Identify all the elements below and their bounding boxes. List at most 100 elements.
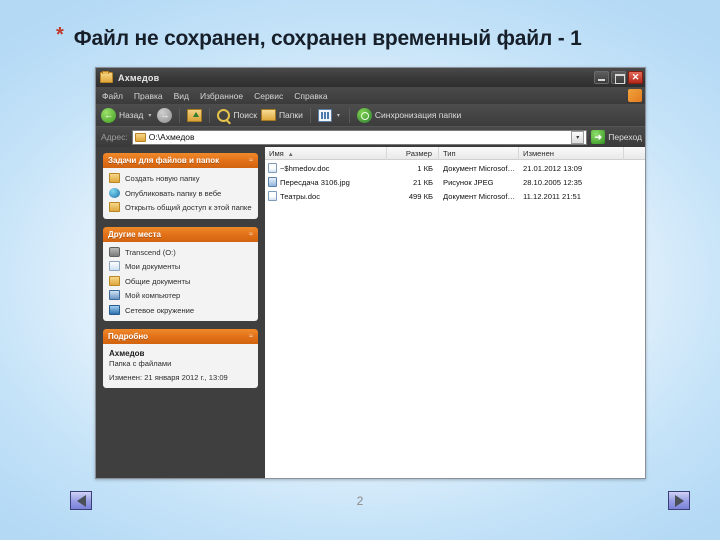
sidebar-item-publish-web[interactable]: Опубликовать папку в вебе: [109, 187, 253, 199]
menu-item-file[interactable]: Файл: [102, 91, 123, 101]
menu-bar: Файл Правка Вид Избранное Сервис Справка: [96, 87, 645, 104]
window-title: Ахмедов: [118, 72, 160, 83]
folder-icon: [109, 173, 120, 183]
go-button-label: Переход: [608, 132, 642, 142]
file-modified-cell: 21.01.2012 13:09: [523, 163, 583, 173]
go-arrow-icon: ➜: [591, 130, 606, 144]
panel-file-tasks-body: Создать новую папку Опубликовать папку в…: [103, 168, 258, 219]
sidebar-item-label: Мои документы: [125, 262, 181, 271]
file-type-cell: Рисунок JPEG: [443, 177, 494, 187]
sidebar-item-label: Мой компьютер: [125, 291, 181, 300]
sidebar-item-my-documents[interactable]: Мои документы: [109, 261, 253, 272]
documents-icon: [109, 261, 120, 271]
file-modified-cell: 11.12.2011 21:51: [523, 191, 581, 201]
file-size-cell: 1 КБ: [417, 163, 433, 173]
column-header-modified[interactable]: Изменен: [519, 146, 624, 160]
toolbar-separator: [209, 107, 211, 123]
window-controls: ✕: [594, 71, 643, 84]
windows-logo-icon: [628, 89, 642, 102]
explorer-window: Ахмедов ✕ Файл Правка Вид Избранное Серв…: [95, 67, 646, 479]
minimize-button[interactable]: [594, 71, 609, 84]
back-button-label: Назад: [119, 110, 144, 120]
maximize-button[interactable]: [611, 71, 626, 84]
address-value: O:\Ахмедов: [148, 132, 195, 142]
table-row[interactable]: Пересдача 3106.jpg 21 КБ Рисунок JPEG 28…: [265, 176, 645, 188]
sidebar-item-network-places[interactable]: Сетевое окружение: [109, 304, 253, 316]
column-header-name-label: Имя: [269, 148, 284, 158]
shared-folder-icon: [109, 202, 120, 212]
jpeg-image-icon: [268, 177, 277, 187]
sidebar-item-share-folder[interactable]: Открыть общий доступ к этой папке: [109, 202, 253, 213]
panel-details-header[interactable]: Подробно ≈: [103, 329, 258, 344]
file-modified-cell: 28.10.2005 12:35: [523, 177, 583, 187]
file-type-cell: Документ Microsof…: [443, 191, 516, 201]
panel-file-tasks: Задачи для файлов и папок ≈ Создать нову…: [103, 153, 258, 219]
panel-other-places-header[interactable]: Другие места ≈: [103, 226, 258, 242]
table-row[interactable]: ~$hmedov.doc 1 КБ Документ Microsof… 21.…: [265, 162, 645, 174]
detail-modified: Изменен: 21 января 2012 г., 13:09: [109, 373, 228, 382]
address-folder-icon: [134, 132, 146, 142]
sidebar-item-label: Создать новую папку: [125, 174, 200, 183]
file-name-cell: Пересдача 3106.jpg: [265, 177, 387, 187]
menu-item-favorites[interactable]: Избранное: [200, 91, 243, 101]
detail-folder-type: Папка с файлами: [109, 359, 172, 368]
window-body: Задачи для файлов и папок ≈ Создать нову…: [96, 146, 645, 478]
globe-icon: [109, 187, 120, 198]
search-button-label: Поиск: [233, 110, 257, 120]
toolbar-separator: [179, 107, 181, 123]
file-size-cell: 21 КБ: [413, 177, 433, 187]
address-label: Адрес:: [101, 132, 128, 142]
folders-button-label: Папки: [278, 110, 303, 120]
panel-file-tasks-title: Задачи для файлов и папок: [108, 156, 220, 165]
back-dropdown-caret-icon[interactable]: ▾: [148, 112, 151, 119]
menu-item-help[interactable]: Справка: [294, 91, 327, 101]
panel-other-places-title: Другие места: [108, 229, 161, 239]
up-folder-button[interactable]: [187, 108, 203, 122]
go-button[interactable]: ➜ Переход: [591, 130, 642, 144]
sidebar-item-shared-documents[interactable]: Общие документы: [109, 275, 253, 287]
window-titlebar[interactable]: Ахмедов ✕: [96, 68, 645, 87]
column-header-name[interactable]: Имя ▲: [265, 146, 387, 160]
page-number: 2: [356, 494, 364, 508]
forward-arrow-icon: →: [157, 107, 173, 123]
views-dropdown-caret-icon[interactable]: ▾: [337, 112, 340, 119]
sync-folder-button[interactable]: Синхронизация папки: [356, 107, 462, 123]
toolbar-separator: [309, 107, 311, 123]
panel-details-title: Подробно: [108, 332, 149, 341]
views-button[interactable]: ▾: [317, 108, 342, 122]
sync-icon: [356, 107, 372, 123]
menu-item-view[interactable]: Вид: [174, 91, 189, 101]
collapse-chevron-icon[interactable]: ≈: [249, 157, 253, 164]
file-name-cell: ~$hmedov.doc: [265, 163, 387, 173]
panel-file-tasks-header[interactable]: Задачи для файлов и папок ≈: [103, 153, 258, 168]
column-header-type[interactable]: Тип: [439, 146, 519, 160]
table-row[interactable]: Театры.doc 499 КБ Документ Microsof… 11.…: [265, 190, 645, 202]
forward-button[interactable]: →: [157, 107, 173, 123]
sidebar-item-transcend-drive[interactable]: Transcend (O:): [109, 246, 253, 258]
panel-details-body: Ахмедов Папка с файлами Изменен: 21 янва…: [103, 344, 258, 388]
toolbar: ← Назад ▾ → Поиск Папки ▾ Синхронизация …: [96, 104, 645, 127]
collapse-chevron-icon[interactable]: ≈: [249, 231, 253, 238]
column-header-size[interactable]: Размер: [387, 146, 439, 160]
panel-details: Подробно ≈ Ахмедов Папка с файлами Измен…: [103, 329, 258, 388]
back-button[interactable]: ← Назад ▾: [101, 107, 153, 123]
close-button[interactable]: ✕: [628, 71, 643, 84]
collapse-chevron-icon[interactable]: ≈: [249, 333, 253, 340]
menu-item-tools[interactable]: Сервис: [254, 91, 283, 101]
detail-folder-name: Ахмедов: [109, 349, 145, 358]
sync-folder-label: Синхронизация папки: [374, 110, 462, 120]
sidebar: Задачи для файлов и папок ≈ Создать нову…: [96, 147, 265, 478]
drive-icon: [109, 246, 120, 257]
sidebar-item-my-computer[interactable]: Мой компьютер: [109, 290, 253, 301]
sidebar-item-label: Опубликовать папку в вебе: [125, 188, 222, 198]
sidebar-item-new-folder[interactable]: Создать новую папку: [109, 173, 253, 184]
menu-item-edit[interactable]: Правка: [134, 91, 163, 101]
folders-button[interactable]: Папки: [260, 109, 303, 121]
search-icon: [217, 108, 231, 122]
address-bar: Адрес: O:\Ахмедов ▾ ➜ Переход: [96, 127, 645, 147]
address-input[interactable]: O:\Ахмедов ▾: [131, 129, 588, 145]
page-title: Файл не сохранен, сохранен временный фай…: [73, 27, 582, 50]
address-dropdown-caret-icon[interactable]: ▾: [571, 130, 585, 144]
search-button[interactable]: Поиск: [217, 108, 257, 122]
file-type-cell: Документ Microsof…: [443, 163, 516, 173]
